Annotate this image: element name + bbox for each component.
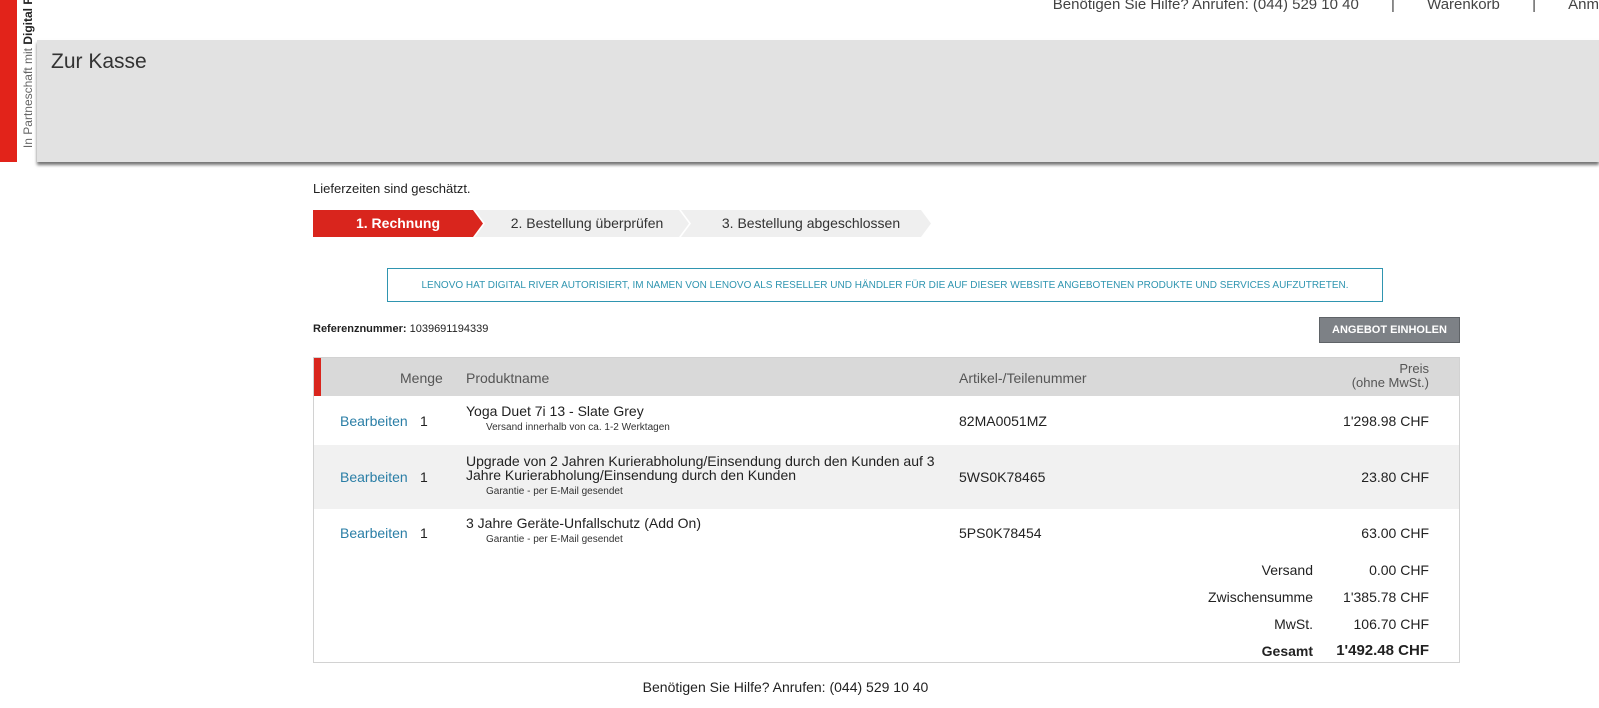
col-product: Produktname: [466, 370, 550, 386]
brand-stripe: [0, 0, 17, 162]
step-label: 3. Bestellung abgeschlossen: [721, 215, 901, 231]
col-price-line1: Preis: [1399, 361, 1429, 376]
row-product-note: Versand innerhalb von ca. 1-2 Werktagen: [486, 422, 670, 433]
topnav-help: Benötigen Sie Hilfe? Anrufen: (044) 529 …: [1052, 0, 1359, 13]
row-price: 23.80 CHF: [1361, 469, 1429, 485]
footer-help: Benötigen Sie Hilfe? Anrufen: (044) 529 …: [0, 679, 1599, 695]
cart-table: Menge Produktname Artikel-/Teilenummer P…: [313, 357, 1460, 663]
topnav-account-link[interactable]: Anm: [1568, 0, 1599, 13]
delivery-note: Lieferzeiten sind geschätzt.: [313, 181, 471, 196]
table-row: Bearbeiten 1 3 Jahre Geräte-Unfallschutz…: [314, 509, 1459, 558]
step-review: 2. Bestellung überprüfen: [475, 210, 689, 237]
col-price: Preis (ohne MwSt.): [1352, 362, 1429, 390]
table-row: Bearbeiten 1 Upgrade von 2 Jahren Kurier…: [314, 445, 1459, 509]
reseller-notice: LENOVO HAT DIGITAL RIVER AUTORISIERT, IM…: [387, 268, 1383, 302]
row-product-name: Upgrade von 2 Jahren Kurierabholung/Eins…: [466, 453, 935, 483]
topnav-separator: |: [1391, 0, 1395, 13]
reference-number: Referenznummer: 1039691194339: [313, 323, 488, 335]
brand-partner-text: In Partneschaft mit: [21, 48, 35, 149]
row-product-note: Garantie - per E-Mail gesendet: [486, 486, 623, 497]
reference-label: Referenznummer:: [313, 323, 407, 335]
brand-partner-name: Digital R: [21, 0, 35, 45]
step-label: 2. Bestellung überprüfen: [510, 215, 664, 231]
col-part: Artikel-/Teilenummer: [959, 370, 1087, 386]
summary-total-value: 1'492.48 CHF: [1336, 642, 1429, 659]
top-navigation: Benötigen Sie Hilfe? Anrufen: (044) 529 …: [1039, 0, 1599, 16]
step-billing[interactable]: 1. Rechnung: [313, 210, 483, 237]
footer-help-text: Benötigen Sie Hilfe? Anrufen: (044) 529 …: [642, 679, 929, 695]
edit-link[interactable]: Bearbeiten: [340, 413, 408, 429]
topnav-separator: |: [1532, 0, 1536, 13]
row-price: 1'298.98 CHF: [1343, 413, 1429, 429]
summary-shipping-label: Versand: [1261, 562, 1313, 578]
topnav-cart-link[interactable]: Warenkorb: [1427, 0, 1500, 13]
row-qty: 1: [420, 413, 428, 429]
row-part-number: 5WS0K78465: [959, 469, 1046, 485]
summary-total-label: Gesamt: [1261, 643, 1313, 659]
col-price-line2: (ohne MwSt.): [1351, 375, 1429, 390]
brand-partner-logo: In Partneschaft mit Digital R: [17, 0, 37, 162]
row-qty: 1: [420, 525, 428, 541]
row-part-number: 5PS0K78454: [959, 525, 1042, 541]
row-qty: 1: [420, 469, 428, 485]
step-complete: 3. Bestellung abgeschlossen: [681, 210, 931, 237]
summary-subtotal-label: Zwischensumme: [1207, 589, 1313, 605]
row-product-name: Yoga Duet 7i 13 - Slate Grey: [466, 403, 644, 419]
summary-vat-label: MwSt.: [1274, 616, 1313, 632]
summary-shipping-value: 0.00 CHF: [1369, 562, 1429, 578]
edit-link[interactable]: Bearbeiten: [340, 469, 408, 485]
row-price: 63.00 CHF: [1361, 525, 1429, 541]
reference-value: 1039691194339: [409, 323, 489, 335]
page-header: Zur Kasse: [37, 40, 1599, 162]
edit-link[interactable]: Bearbeiten: [340, 525, 408, 541]
row-part-number: 82MA0051MZ: [959, 413, 1047, 429]
header-accent: [314, 358, 321, 396]
table-row: Bearbeiten 1 Yoga Duet 7i 13 - Slate Gre…: [314, 396, 1459, 445]
table-header: Menge Produktname Artikel-/Teilenummer P…: [314, 358, 1459, 396]
summary-subtotal-value: 1'385.78 CHF: [1343, 589, 1429, 605]
col-qty: Menge: [400, 370, 443, 386]
row-product-note: Garantie - per E-Mail gesendet: [486, 534, 623, 545]
request-quote-button[interactable]: ANGEBOT EINHOLEN: [1319, 317, 1460, 343]
summary-vat-value: 106.70 CHF: [1353, 616, 1429, 632]
page-title: Zur Kasse: [51, 50, 147, 73]
step-label: 1. Rechnung: [355, 215, 440, 231]
row-product-name: 3 Jahre Geräte-Unfallschutz (Add On): [466, 515, 701, 531]
